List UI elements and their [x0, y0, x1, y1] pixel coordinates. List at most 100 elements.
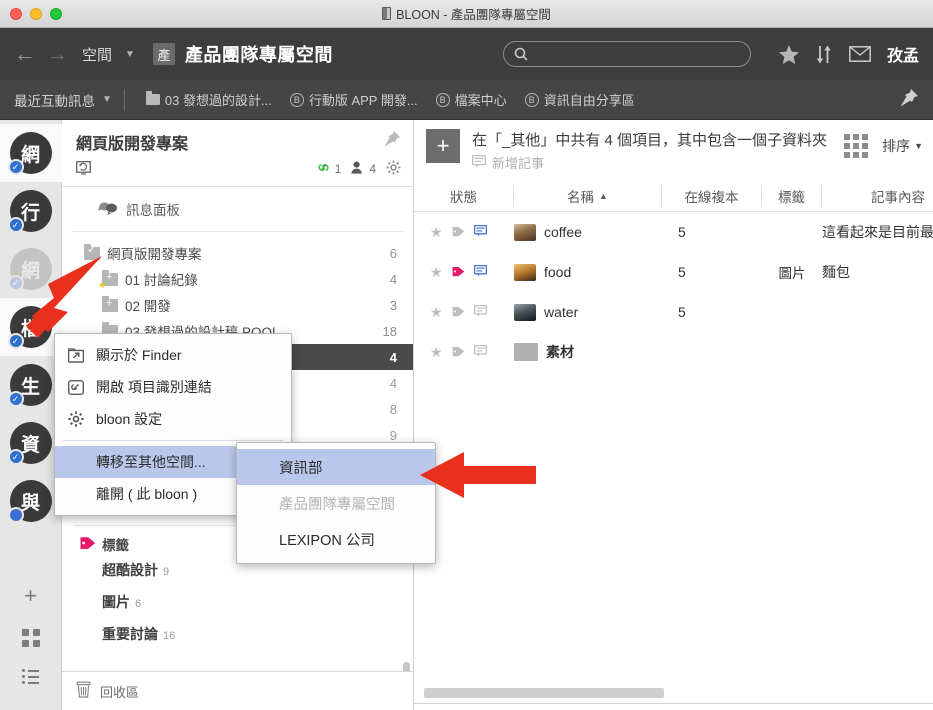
note-icon[interactable]: [473, 344, 487, 360]
menu-item-show-in-finder[interactable]: 顯示於 Finder: [55, 339, 291, 371]
submenu-item-label: LEXIPON 公司: [279, 532, 375, 549]
column-header-copies[interactable]: 在線複本: [662, 185, 762, 206]
forward-arrow-icon[interactable]: →: [46, 41, 68, 67]
row-name-cell: water: [514, 303, 662, 321]
tag-item[interactable]: 重要討論 16: [80, 618, 399, 650]
tag-icon[interactable]: [452, 305, 465, 320]
tag-item[interactable]: 圖片 6: [80, 586, 399, 618]
trash-item[interactable]: 回收區: [62, 671, 413, 710]
tab-file-center[interactable]: B 檔案中心: [427, 90, 516, 109]
row-copies-cell: 5: [678, 304, 686, 320]
avatar-label: 與: [20, 492, 40, 514]
tree-count: 4: [389, 349, 397, 365]
recent-messages-label: 最近互動訊息: [14, 93, 95, 109]
rail-item-1[interactable]: 行 ✓: [0, 182, 62, 240]
tag-icon[interactable]: [452, 265, 465, 280]
sort-dropdown[interactable]: 排序 ▼: [882, 136, 923, 156]
star-icon[interactable]: ★: [430, 264, 443, 281]
project-header: 網頁版開發專案 1 4: [62, 120, 413, 187]
envelope-icon[interactable]: [849, 46, 871, 62]
space-dropdown-label[interactable]: 空間: [82, 44, 112, 65]
sync-screen-icon[interactable]: [76, 160, 91, 178]
submenu-item-label: 資訊部: [279, 460, 323, 477]
tab-info-share[interactable]: B 資訊自由分享區: [516, 90, 644, 109]
avatar: 行 ✓: [7, 190, 52, 233]
vertical-scrollbar[interactable]: [403, 662, 410, 671]
row-copies-cell: 5: [678, 224, 686, 240]
tab-mobile-app[interactable]: B 行動版 APP 開發...: [281, 90, 427, 109]
message-panel-item[interactable]: 訊息面板: [72, 187, 403, 232]
column-header-name-label: 名稱: [567, 189, 595, 205]
table-row[interactable]: ★ water 5: [414, 292, 933, 332]
tag-icon[interactable]: [452, 225, 465, 240]
bloon-circle-icon: B: [435, 92, 450, 107]
table-row[interactable]: ★ 素材: [414, 332, 933, 372]
user-name[interactable]: 孜孟: [887, 42, 919, 66]
add-item-button[interactable]: +: [426, 129, 460, 163]
folder-plus-icon: [102, 295, 118, 312]
message-panel-label: 訊息面板: [126, 203, 180, 218]
star-icon[interactable]: [778, 44, 799, 64]
new-note-button[interactable]: 新增記事: [471, 153, 832, 172]
menu-item-bloon-settings[interactable]: bloon 設定: [55, 403, 291, 435]
rail-item-5[interactable]: 資 ✓: [0, 414, 62, 472]
star-icon[interactable]: ★: [430, 344, 443, 361]
note-icon[interactable]: [473, 264, 487, 280]
star-icon[interactable]: ★: [430, 224, 443, 241]
link-count: 1: [334, 162, 342, 176]
rail-item-4[interactable]: 生 ✓: [0, 356, 62, 414]
avatar-label: 資: [20, 434, 40, 456]
row-tag-cell: 圖片: [778, 266, 806, 281]
search-box[interactable]: [502, 41, 751, 67]
submenu-item-info-dept[interactable]: 資訊部: [237, 449, 435, 485]
menu-item-open-link[interactable]: 開啟 項目識別連結: [55, 371, 291, 403]
back-arrow-icon[interactable]: ←: [14, 41, 36, 67]
plus-icon[interactable]: +: [24, 585, 37, 607]
horizontal-scrollbar[interactable]: [424, 688, 664, 698]
submenu-item-lexipon[interactable]: LEXIPON 公司: [237, 521, 435, 557]
recent-messages-dropdown[interactable]: 最近互動訊息 ▼: [14, 90, 112, 110]
pin-icon[interactable]: [383, 130, 401, 151]
tag-label: 超酷設計: [102, 562, 158, 578]
tag-count: 9: [163, 566, 170, 578]
column-header-tag[interactable]: 標籤: [762, 185, 822, 206]
row-name: food: [544, 264, 572, 280]
row-name-cell: coffee: [514, 223, 662, 241]
grid-icon[interactable]: [844, 134, 869, 158]
note-icon[interactable]: [473, 304, 487, 320]
column-header-note[interactable]: 記事內容: [822, 186, 933, 206]
divider: [414, 703, 933, 704]
item-thumbnail: [514, 303, 536, 321]
page-title: 產品團隊專屬空間: [184, 45, 333, 65]
note-icon[interactable]: [473, 224, 487, 240]
member-count: 4: [369, 162, 376, 176]
rail-item-0[interactable]: 網 ✓: [0, 124, 62, 182]
item-thumbnail: [514, 223, 536, 241]
chevron-down-icon: ▼: [914, 141, 923, 151]
avatar-label: 網: [20, 144, 40, 166]
star-icon[interactable]: ★: [430, 304, 443, 321]
check-badge-icon: ✓: [7, 333, 24, 349]
tag-icon[interactable]: [452, 345, 465, 360]
row-state-cell: ★: [414, 224, 514, 241]
table-row[interactable]: ★ food 5 圖片 麵包: [414, 252, 933, 292]
grid-icon[interactable]: [21, 629, 40, 647]
chevron-down-icon[interactable]: ▼: [125, 49, 135, 60]
rail-item-6[interactable]: 與: [0, 472, 62, 530]
sort-label: 排序: [882, 138, 911, 154]
table-row[interactable]: ★ coffee 5 這看起來是目前最適合: [414, 212, 933, 252]
submenu-item-product-space: 產品團隊專屬空間: [237, 485, 435, 521]
tab-design-folder[interactable]: 03 發想過的設計...: [137, 90, 281, 109]
tree-row[interactable]: 02 開發 3: [62, 292, 413, 318]
tree-row[interactable]: ★ 01 討論紀錄 4: [62, 266, 413, 292]
rail-item-3[interactable]: 檔 ✓: [0, 298, 62, 356]
pin-icon[interactable]: [899, 88, 919, 111]
sort-arrows-icon[interactable]: [815, 45, 833, 64]
tree-row[interactable]: 網頁版開發專案 6: [62, 240, 413, 266]
column-header-state[interactable]: 狀態: [414, 185, 514, 206]
rail-item-2[interactable]: 網 ✓: [0, 240, 62, 298]
list-icon[interactable]: [22, 669, 39, 684]
gear-icon[interactable]: [386, 160, 401, 178]
column-header-name[interactable]: 名稱 ▲: [514, 185, 662, 206]
search-input[interactable]: [533, 46, 740, 62]
